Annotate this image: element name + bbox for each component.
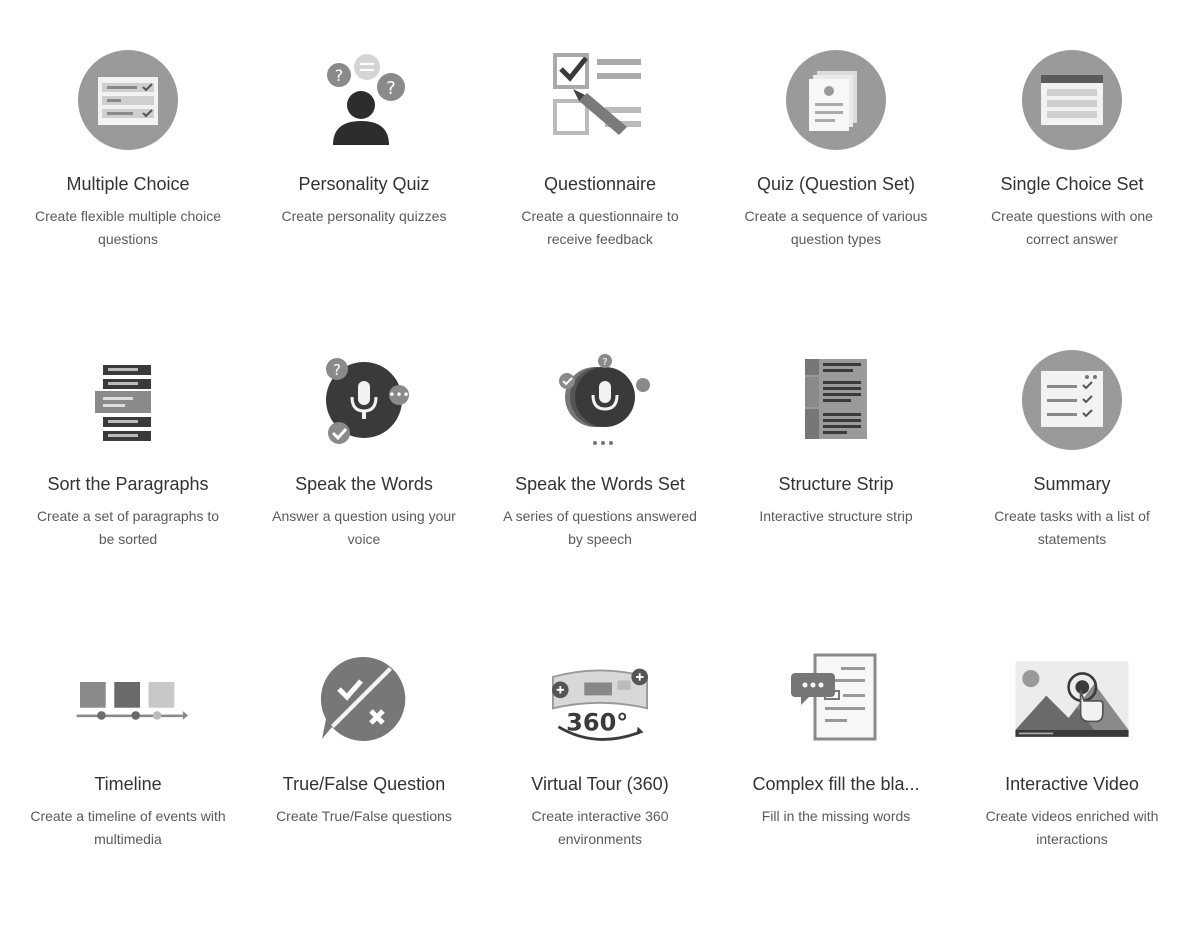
content-type-title: Personality Quiz (298, 174, 430, 194)
content-type-title: Structure Strip (778, 474, 894, 494)
content-type-title: Interactive Video (1005, 774, 1139, 794)
content-type-speak-words-set[interactable]: ? Speak the Words Set A series of questi… (482, 340, 718, 640)
content-type-title: Questionnaire (543, 174, 657, 194)
content-type-structure-strip[interactable]: Structure Strip Interactive structure st… (718, 340, 954, 640)
structure-strip-icon (776, 340, 896, 460)
content-type-title: Quiz (Question Set) (756, 174, 916, 194)
content-type-title: Summary (1033, 474, 1111, 494)
content-type-description: Create a questionnaire to receive feedba… (521, 208, 679, 247)
content-type-description: Create interactive 360 environments (531, 808, 669, 847)
content-type-description: A series of questions answered by speech (503, 508, 697, 547)
personality-quiz-icon: ? ? (304, 40, 424, 160)
content-type-title: Speak the Words Set (515, 474, 685, 494)
content-type-questionnaire[interactable]: Questionnaire Create a questionnaire to … (482, 40, 718, 340)
content-type-summary[interactable]: Summary Create tasks with a list of stat… (954, 340, 1190, 640)
content-type-title: Sort the Paragraphs (47, 474, 209, 494)
content-type-description: Create a timeline of events with multime… (30, 808, 226, 847)
svg-text:?: ? (602, 357, 607, 368)
content-type-personality-quiz[interactable]: ? ? Personality Quiz Create personality … (246, 40, 482, 340)
content-type-timeline[interactable]: Timeline Create a timeline of events wit… (10, 640, 246, 940)
content-type-title: True/False Question (282, 774, 446, 794)
svg-text:?: ? (386, 78, 396, 99)
summary-icon (1012, 340, 1132, 460)
content-type-title: Timeline (94, 774, 162, 794)
content-type-speak-words[interactable]: ? ••• Speak the Words Answer a question … (246, 340, 482, 640)
content-type-description: Create personality quizzes (281, 208, 447, 224)
speak-words-icon: ? ••• (304, 340, 424, 460)
content-type-grid: Multiple Choice Create flexible multiple… (10, 40, 1190, 940)
content-type-true-false[interactable]: True/False Question Create True/False qu… (246, 640, 482, 940)
content-type-description: Create a sequence of various question ty… (744, 208, 928, 247)
speak-words-set-icon: ? (540, 340, 660, 460)
content-type-description: Create flexible multiple choice question… (35, 208, 221, 247)
content-type-description: Create tasks with a list of statements (994, 508, 1150, 547)
svg-text:?: ? (333, 361, 341, 379)
content-type-description: Interactive structure strip (759, 508, 913, 524)
content-type-title: Virtual Tour (360) (531, 774, 669, 794)
questionnaire-icon (540, 40, 660, 160)
timeline-icon (68, 640, 188, 760)
content-type-fill-blanks[interactable]: Complex fill the bla... Fill in the miss… (718, 640, 954, 940)
svg-text:?: ? (335, 66, 344, 85)
multiple-choice-icon (68, 40, 188, 160)
svg-text:360°: 360° (566, 708, 628, 736)
content-type-description: Create True/False questions (276, 808, 452, 824)
content-type-interactive-video[interactable]: Interactive Video Create videos enriched… (954, 640, 1190, 940)
content-type-title: Multiple Choice (66, 174, 190, 194)
content-type-multiple-choice[interactable]: Multiple Choice Create flexible multiple… (10, 40, 246, 340)
content-type-description: Create questions with one correct answer (991, 208, 1153, 247)
question-set-icon (776, 40, 896, 160)
content-type-virtual-tour[interactable]: 360° Virtual Tour (360) Create interacti… (482, 640, 718, 940)
content-type-title: Single Choice Set (1000, 174, 1144, 194)
content-type-single-choice-set[interactable]: Single Choice Set Create questions with … (954, 40, 1190, 340)
virtual-tour-360-icon: 360° (540, 640, 660, 760)
content-type-title: Speak the Words (295, 474, 433, 494)
content-type-question-set[interactable]: Quiz (Question Set) Create a sequence of… (718, 40, 954, 340)
fill-blanks-icon (776, 640, 896, 760)
svg-text:•••: ••• (388, 388, 409, 402)
interactive-video-icon (1012, 640, 1132, 760)
content-type-description: Create videos enriched with interactions (985, 808, 1159, 847)
content-type-sort-paragraphs[interactable]: Sort the Paragraphs Create a set of para… (10, 340, 246, 640)
content-type-title: Complex fill the bla... (752, 774, 920, 794)
content-type-description: Create a set of paragraphs to be sorted (36, 508, 220, 547)
content-type-description: Answer a question using your voice (272, 508, 456, 547)
content-type-description: Fill in the missing words (761, 808, 911, 824)
sort-paragraphs-icon (68, 340, 188, 460)
true-false-icon (304, 640, 424, 760)
single-choice-set-icon (1012, 40, 1132, 160)
